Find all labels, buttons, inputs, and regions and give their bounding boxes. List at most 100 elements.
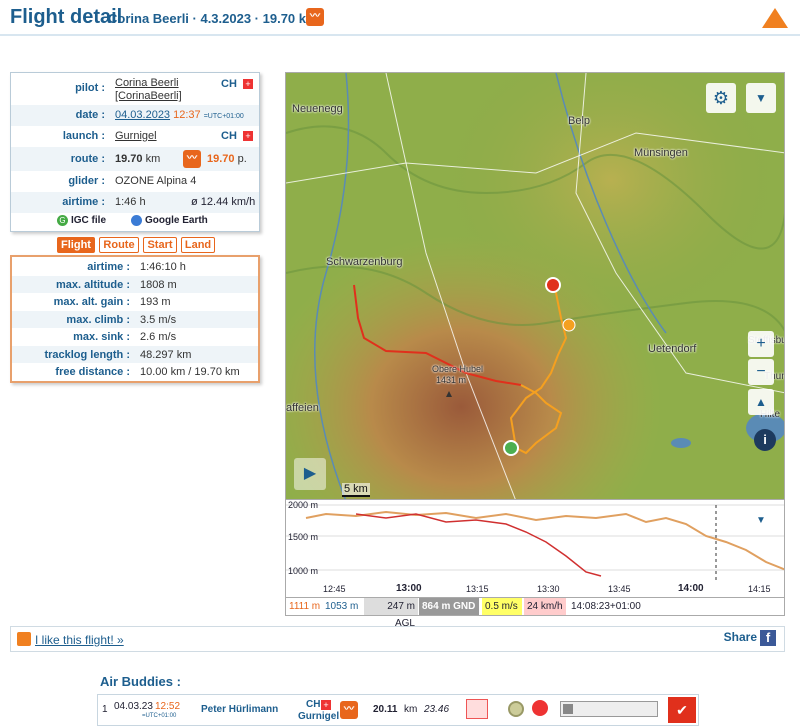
x-axis-label: 13:45 [608, 584, 631, 594]
progress-bar [560, 701, 658, 717]
info-icon[interactable]: i [754, 429, 776, 451]
stat-row: free distance : 10.00 km / 19.70 km [12, 363, 258, 381]
facebook-icon: f [760, 630, 776, 646]
route-distance: 19.70 [115, 153, 143, 165]
settings-gear-icon[interactable]: ⚙ [706, 83, 736, 113]
place-label: Uetendorf [648, 343, 697, 355]
route-label: route : [70, 153, 105, 165]
status-gnd-height: 864 m GND [419, 598, 479, 615]
pilot-name-link[interactable]: Corina Beerli [115, 77, 179, 89]
buddy-pilot-name[interactable]: Peter Hürlimann [201, 704, 278, 715]
airtime-label: airtime : [62, 196, 105, 208]
airtime-value: 1:46 h [115, 196, 146, 208]
date-value: 04.03.2023 12:37 =UTC+01:00 [115, 109, 244, 121]
igc-file-link[interactable]: IGC file [71, 215, 106, 226]
x-axis-label: 13:15 [466, 584, 489, 594]
pilot-username-link[interactable]: [CorinaBeerli] [115, 90, 182, 102]
route-points: 19.70 p. [207, 153, 247, 165]
stat-value: 1808 m [140, 278, 177, 291]
start-time: 12:37 [173, 109, 201, 121]
flight-type-icon: 〰 [306, 8, 324, 26]
date-link[interactable]: 04.03.2023 [115, 109, 170, 121]
like-bar: I like this flight! » Share f [10, 626, 785, 652]
flight-altitude-line [355, 513, 602, 577]
x-axis-label: 12:45 [323, 584, 346, 594]
launch-country-code: CH [221, 130, 237, 142]
landing-marker-icon[interactable] [545, 277, 561, 293]
stat-value: 10.00 km / 19.70 km [140, 366, 240, 378]
glider-brand-icon [466, 699, 488, 719]
igc-icon: G [57, 215, 68, 226]
buddy-distance-unit: km [404, 704, 418, 715]
altitude-profile-chart[interactable] [286, 500, 785, 598]
altitude-profile[interactable]: 2000 m 1500 m 1000 m 12:45 13:00 13:15 1… [285, 500, 785, 598]
pilot-label: pilot : [75, 82, 105, 94]
map-scale: 5 km [342, 483, 370, 497]
buddy-row[interactable]: 1 04.03.23 12:52 =UTC+01:00 Peter Hürlim… [97, 694, 699, 726]
tab-start[interactable]: Start [143, 237, 177, 253]
flight-type-icon: 〰 [183, 150, 201, 168]
profile-dropdown[interactable]: ▼ [746, 510, 776, 532]
stat-row: max. altitude : 1808 m [12, 275, 258, 293]
stat-row: airtime : 1:46:10 h [12, 258, 258, 276]
place-label: Obere Hubel [432, 364, 484, 374]
share-button[interactable]: Share f [724, 630, 776, 646]
zoom-in-button[interactable]: + [748, 331, 774, 357]
status-altitude: 1111 m [289, 601, 321, 612]
google-earth-link[interactable]: Google Earth [145, 215, 208, 226]
glider-label: glider : [68, 175, 105, 187]
buddy-distance: 20.11 [373, 704, 398, 715]
tab-route[interactable]: Route [99, 237, 139, 253]
terrain-map[interactable] [286, 73, 785, 500]
swiss-flag-icon: + [243, 79, 253, 89]
stat-value: 193 m [140, 296, 171, 308]
swiss-flag-icon: + [321, 700, 331, 710]
stat-label: max. climb : [66, 313, 130, 326]
glider-value: OZONE Alpina 4 [115, 175, 197, 187]
route-row: route : 19.70 km 〰 19.70 p. [11, 147, 259, 171]
checkmark-icon[interactable]: ✔ [668, 697, 696, 723]
place-label: Neuenegg [292, 103, 343, 115]
search-icon[interactable] [532, 700, 548, 716]
x-axis-label: 14:00 [678, 583, 704, 594]
zoom-out-button[interactable]: − [748, 359, 774, 385]
route-value: 19.70 km [115, 153, 160, 165]
badge-icon [508, 701, 524, 717]
stat-label: tracklog length : [44, 348, 130, 361]
takeoff-marker-icon[interactable] [503, 440, 519, 456]
status-agl: 247 m AGL [364, 598, 418, 629]
terrain-toggle-icon[interactable]: ▲ [748, 389, 774, 415]
tab-flight[interactable]: Flight [57, 237, 95, 253]
buddy-date: 04.03.23 [114, 701, 153, 712]
airtime-row: airtime : 1:46 h ø 12.44 km/h [11, 192, 259, 213]
buddy-points: 23.46 [424, 704, 450, 715]
status-bar: 1111 m 1053 m 247 m AGL 864 m GND 0.5 m/… [285, 598, 785, 629]
y-axis-label: 1500 m [288, 532, 319, 542]
swiss-flag-icon: + [243, 131, 253, 141]
air-buddies-title: Air Buddies : [100, 674, 181, 689]
map-menu-dropdown[interactable]: ▼ [746, 83, 776, 113]
stat-label: max. sink : [73, 331, 130, 343]
stat-row: max. sink : 2.6 m/s [12, 328, 258, 346]
y-axis-label: 1000 m [288, 566, 319, 576]
buddy-timezone: =UTC+01:00 [142, 713, 177, 719]
stat-value: 3.5 m/s [140, 313, 177, 326]
status-ground: 1053 m [325, 601, 359, 612]
launch-link[interactable]: Gurnigel [115, 130, 157, 142]
stat-label: max. alt. gain : [53, 296, 130, 308]
launch-label: launch : [62, 130, 105, 142]
flight-map[interactable]: Neuenegg Belp Münsingen Schwarzenburg Ue… [285, 72, 785, 500]
flight-info-box: pilot : Corina Beerli [CorinaBeerli] CH … [10, 72, 260, 232]
site-logo-icon[interactable] [762, 8, 788, 28]
x-axis-label: 13:00 [396, 583, 422, 594]
date-label: date : [75, 109, 105, 121]
launch-row: launch : Gurnigel CH + [11, 126, 259, 147]
flight-type-icon: 〰 [340, 701, 358, 719]
place-label: Münsingen [634, 147, 688, 159]
tab-land[interactable]: Land [181, 237, 215, 253]
buddy-launch[interactable]: Gurnigel [298, 711, 339, 722]
play-button[interactable]: ▶ [294, 458, 326, 490]
like-flight-link[interactable]: I like this flight! » [35, 633, 124, 647]
buddy-time: 12:52 [155, 701, 181, 712]
pilot-row: pilot : Corina Beerli [CorinaBeerli] CH … [11, 73, 259, 105]
